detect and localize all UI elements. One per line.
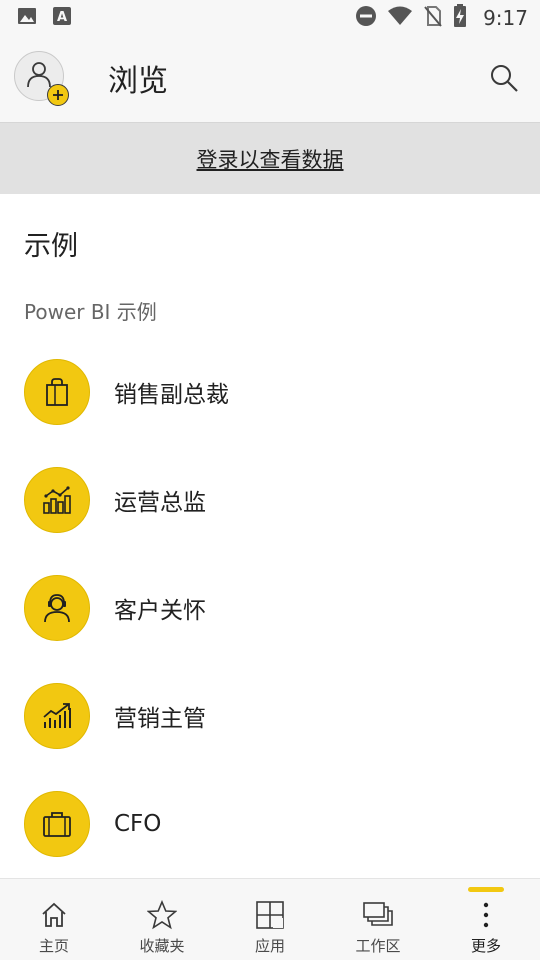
nav-label: 应用: [254, 937, 285, 955]
nav-label: 收藏夹: [139, 937, 185, 955]
sample-item-marketing-lead[interactable]: 营销主管: [0, 662, 540, 770]
sample-item-ops-director[interactable]: 运营总监: [0, 446, 540, 554]
bar-line-chart-icon: [24, 467, 90, 533]
growth-chart-icon: [24, 683, 90, 749]
subsection-title: Power BI 示例: [24, 300, 157, 324]
no-sim-icon: [423, 5, 443, 31]
nav-item-home[interactable]: 主页: [0, 879, 108, 960]
app-header: 浏览: [0, 36, 540, 122]
nav-label: 主页: [38, 937, 69, 955]
battery-charging-icon: [453, 4, 467, 32]
briefcase-icon: [24, 791, 90, 857]
headset-person-icon: [24, 575, 90, 641]
nav-item-favorites[interactable]: 收藏夹: [108, 879, 216, 960]
font-download-icon: A: [52, 6, 72, 30]
wifi-icon: [387, 5, 413, 31]
sample-item-vp-sales[interactable]: 销售副总裁: [0, 338, 540, 446]
active-indicator: [468, 887, 504, 892]
sign-in-link[interactable]: 登录以查看数据: [197, 144, 344, 174]
search-icon: [489, 63, 519, 97]
sample-item-customer-care[interactable]: 客户关怀: [0, 554, 540, 662]
status-bar: A 9:17: [0, 0, 540, 36]
sample-label: 客户关怀: [114, 598, 206, 624]
nav-item-more[interactable]: 更多: [432, 879, 540, 960]
apps-icon: [255, 899, 285, 931]
status-time: 9:17: [483, 6, 528, 30]
person-icon: [26, 60, 52, 92]
more-vertical-icon: [481, 899, 491, 931]
svg-text:A: A: [57, 10, 67, 25]
nav-label: 更多: [470, 937, 501, 955]
sample-label: 运营总监: [114, 490, 206, 516]
nav-item-workspaces[interactable]: 工作区: [324, 879, 432, 960]
sample-label: CFO: [114, 811, 162, 837]
status-notifications: A: [16, 5, 72, 31]
add-account-icon: [47, 84, 69, 106]
home-icon: [39, 899, 69, 931]
nav-item-apps[interactable]: 应用: [216, 879, 324, 960]
workspaces-icon: [362, 899, 394, 931]
sign-in-banner: 登录以查看数据: [0, 122, 540, 194]
section-title: 示例: [24, 231, 78, 262]
page-title: 浏览: [108, 64, 168, 99]
nav-label: 工作区: [355, 937, 401, 955]
sample-list: 销售副总裁 运营总监 客户关怀 营销主管 CFO: [0, 338, 540, 878]
shopping-bag-icon: [24, 359, 90, 425]
do-not-disturb-icon: [355, 5, 377, 31]
status-system: 9:17: [355, 4, 528, 32]
sample-label: 销售副总裁: [114, 382, 229, 408]
image-icon: [16, 5, 38, 31]
star-icon: [147, 899, 177, 931]
sample-item-cfo[interactable]: CFO: [0, 770, 540, 878]
search-button[interactable]: [486, 62, 522, 98]
account-avatar-button[interactable]: [14, 51, 69, 106]
bottom-nav: 主页 收藏夹 应用 工作区 更多: [0, 878, 540, 960]
sample-label: 营销主管: [114, 706, 206, 732]
